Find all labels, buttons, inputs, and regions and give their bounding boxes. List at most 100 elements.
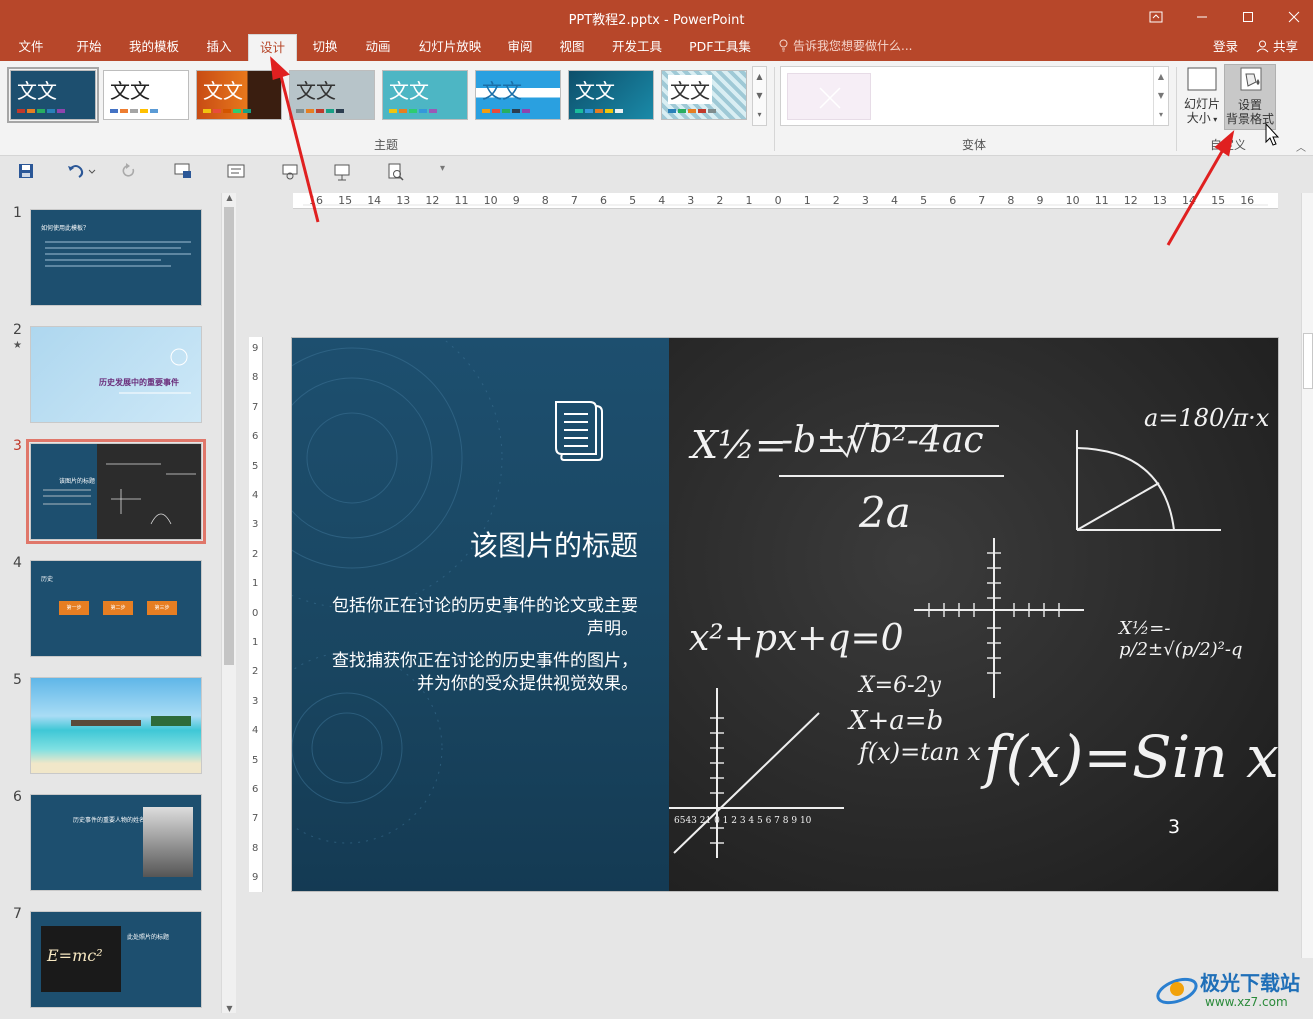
tell-me-box[interactable]: 告诉我您想要做什么...: [778, 34, 912, 61]
theme-sample-text: 文文: [17, 79, 57, 103]
ruler-label: 10: [1065, 194, 1080, 207]
text-box-button[interactable]: [227, 163, 245, 181]
paint-bucket-icon: [1240, 67, 1262, 91]
tab-review[interactable]: 审阅: [498, 34, 542, 61]
slide-body-paragraph-2[interactable]: 查找捕获你正在讨论的历史事件的图片，并为你的受众提供视觉效果。: [322, 650, 638, 696]
slide-thumbnail-7[interactable]: E=mc² 此处照片的标题: [30, 911, 202, 1008]
variants-gallery[interactable]: ▲ ▼ ▾: [780, 66, 1169, 126]
thumbnail-number: 5: [13, 672, 22, 688]
tab-developer[interactable]: 开发工具: [604, 34, 670, 61]
slide-thumbnail-4[interactable]: 历史 第一步 第二步 第三步: [30, 560, 202, 657]
slide-size-label-1: 幻灯片: [1183, 97, 1220, 111]
presenter-view-button[interactable]: [333, 163, 351, 181]
thumbnail-scrollbar[interactable]: ▲ ▼: [221, 193, 236, 1013]
present-button[interactable]: [281, 163, 299, 181]
from-beginning-button[interactable]: [174, 163, 192, 181]
theme-thumbnail-ocean[interactable]: 文文: [568, 70, 654, 120]
customize-toolbar-icon[interactable]: ▾: [440, 163, 458, 181]
theme-sample-text: 文文: [296, 79, 336, 103]
undo-button[interactable]: [66, 163, 100, 181]
share-button[interactable]: 共享: [1250, 34, 1308, 61]
slideshow-icon: [174, 163, 191, 178]
scroll-up-icon[interactable]: ▲: [1154, 67, 1168, 86]
theme-sample-text: 文文: [668, 75, 712, 104]
slide-thumbnail-5[interactable]: [30, 677, 202, 774]
tab-home[interactable]: 开始: [66, 34, 112, 61]
theme-thumbnail-orange[interactable]: 文文: [196, 70, 282, 120]
scroll-down-icon[interactable]: ▼: [1154, 86, 1168, 105]
lightbulb-icon: [779, 39, 788, 52]
more-icon[interactable]: ▾: [753, 105, 766, 124]
current-slide[interactable]: 该图片的标题 包括你正在讨论的历史事件的论文或主要声明。 查找捕获你正在讨论的历…: [291, 337, 1279, 892]
scroll-down-icon[interactable]: ▼: [753, 86, 766, 105]
thumbnail-text-lines: [45, 241, 191, 267]
ribbon-display-options-button[interactable]: [1133, 0, 1179, 34]
tab-design[interactable]: 设计: [248, 34, 297, 61]
editor-scrollbar[interactable]: [1301, 193, 1313, 958]
tab-slideshow[interactable]: 幻灯片放映: [410, 34, 490, 61]
format-background-button[interactable]: 设置 背景格式: [1224, 64, 1276, 130]
group-separator: [1176, 67, 1177, 151]
tab-view[interactable]: 视图: [550, 34, 594, 61]
theme-thumbnail-blue-band[interactable]: 文文: [475, 70, 561, 120]
slide-body-paragraph-1[interactable]: 包括你正在讨论的历史事件的论文或主要声明。: [322, 595, 638, 641]
chalk-equation-3: f(x)=tan x: [859, 738, 981, 766]
save-button[interactable]: [18, 163, 36, 181]
tab-animations[interactable]: 动画: [356, 34, 400, 61]
print-preview-button[interactable]: [387, 163, 405, 181]
close-button[interactable]: [1271, 0, 1313, 34]
maximize-button[interactable]: [1225, 0, 1271, 34]
scrollbar-thumb[interactable]: [1303, 333, 1313, 389]
slide-thumbnail-2[interactable]: 历史发展中的重要事件: [30, 326, 202, 423]
scroll-down-icon[interactable]: ▼: [222, 1004, 237, 1013]
redo-button[interactable]: [121, 163, 139, 181]
tab-insert[interactable]: 插入: [196, 34, 242, 61]
chalk-angle-formula: a=180/π·x: [1144, 404, 1270, 432]
theme-thumbnail-pattern[interactable]: 文文: [661, 70, 747, 120]
ruler-label: 5: [252, 460, 259, 472]
watermark: 极光下载站 www.xz7.com: [1155, 965, 1310, 1015]
theme-thumbnail-teal[interactable]: 文文: [382, 70, 468, 120]
thumbnail-number: 7: [13, 906, 22, 922]
login-link[interactable]: 登录: [1213, 34, 1238, 59]
slide-thumbnail-1[interactable]: 如何使用此模板？: [30, 209, 202, 306]
ruler-label: 7: [252, 813, 259, 825]
variant-scroll[interactable]: ▲ ▼ ▾: [1153, 67, 1168, 125]
scroll-up-icon[interactable]: ▲: [222, 193, 237, 202]
theme-thumbnail-gray[interactable]: 文文: [289, 70, 375, 120]
tab-transitions[interactable]: 切换: [304, 34, 346, 61]
customize-group-label: 自定义: [1210, 138, 1247, 152]
variant-thumbnail[interactable]: [787, 73, 871, 120]
window-title: PPT教程2.pptx - PowerPoint: [568, 13, 745, 28]
ruler-label: 9: [512, 194, 520, 207]
theme-thumbnail-office[interactable]: 文文: [103, 70, 189, 120]
collapse-ribbon-icon[interactable]: ︿: [1296, 139, 1306, 154]
ruler-label: 11: [454, 194, 469, 207]
scrollbar-thumb[interactable]: [224, 207, 234, 665]
ruler-label: 6: [252, 431, 259, 443]
more-icon[interactable]: ▾: [1154, 105, 1168, 124]
share-label: 共享: [1272, 39, 1298, 54]
ruler-label: 4: [252, 490, 259, 501]
thumbnail-formula: E=mc²: [47, 946, 103, 965]
watermark-brand: 极光下载站: [1200, 971, 1300, 995]
save-icon: [19, 164, 33, 178]
theme-gallery-scroll[interactable]: ▲ ▼ ▾: [752, 66, 767, 126]
slide-thumbnail-3[interactable]: 该图片的标题: [26, 439, 206, 544]
tab-my-templates[interactable]: 我的模板: [122, 34, 186, 61]
watermark-logo-icon: [1156, 977, 1198, 1005]
chalk-axis-numbers: 6543 21 0 1 2 3 4 5 6 7 8 9 10: [674, 816, 812, 826]
tab-pdf-tools[interactable]: PDF工具集: [680, 34, 760, 61]
slide-title[interactable]: 该图片的标题: [322, 524, 638, 564]
ruler-label: 2: [832, 194, 840, 207]
maximize-icon: [1243, 12, 1253, 22]
thumbnail-number: 3: [13, 438, 22, 454]
slide-size-button[interactable]: 幻灯片 大小 ▾: [1182, 64, 1222, 130]
theme-thumbnail-current[interactable]: 文文: [7, 67, 99, 123]
person-icon: [1256, 40, 1269, 53]
tab-file[interactable]: 文件: [9, 34, 53, 61]
scroll-up-icon[interactable]: ▲: [753, 67, 766, 86]
slide-thumbnail-6[interactable]: 历史事件的重要人物的姓名: [30, 794, 202, 891]
minimize-button[interactable]: [1179, 0, 1225, 34]
ruler-label: 0: [252, 607, 259, 619]
